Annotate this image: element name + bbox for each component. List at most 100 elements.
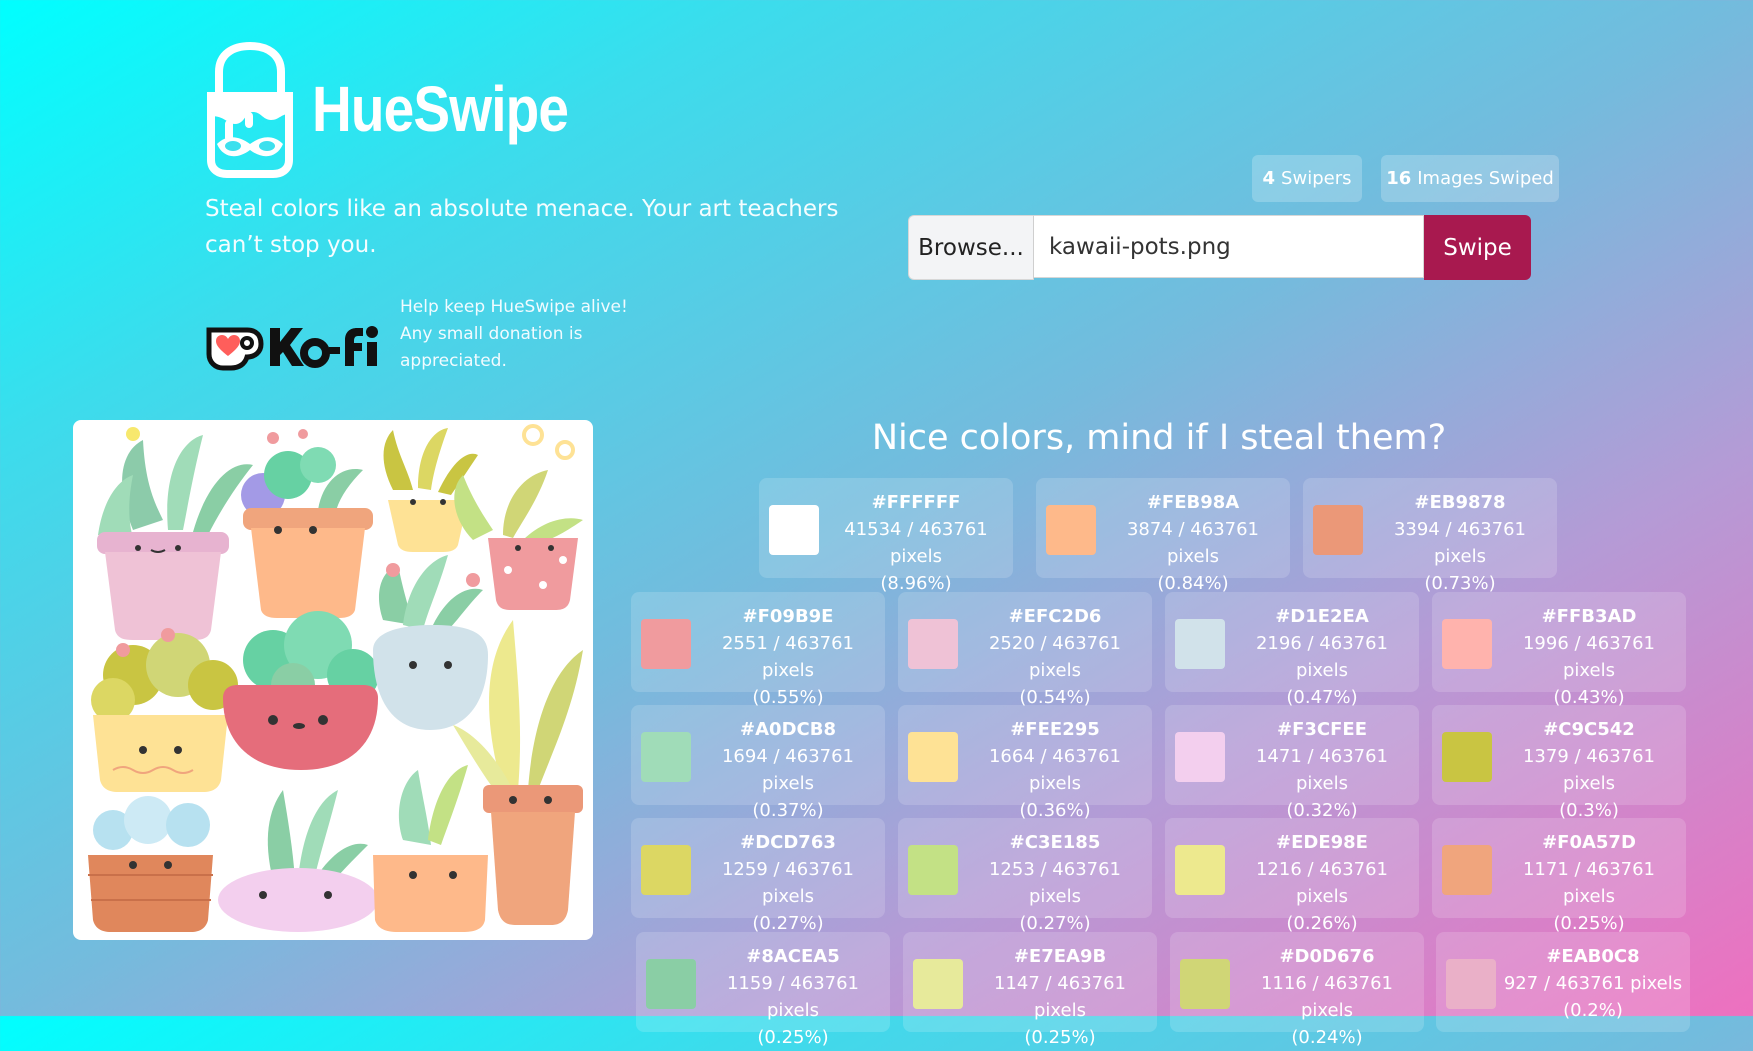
color-hex: #F0A57D [1542,832,1636,853]
color-chip[interactable] [1175,619,1225,669]
color-swatch-card[interactable]: #8ACEA5 1159 / 463761 pixels (0.25%) [636,932,890,1048]
images-label: Images Swiped [1417,168,1554,189]
color-percent: (0.25%) [1024,1027,1096,1048]
color-swatch-card[interactable]: #FEE295 1664 / 463761 pixels (0.36%) [898,705,1152,821]
color-pixel-count: 41534 / 463761 pixels [844,519,988,567]
color-info: #EB9878 3394 / 463761 pixels (0.73%) [1367,489,1553,597]
color-chip[interactable] [1175,732,1225,782]
color-chip[interactable] [1175,845,1225,895]
color-percent: (0.24%) [1291,1027,1363,1048]
color-chip[interactable] [646,959,696,1009]
color-chip[interactable] [769,505,819,555]
color-swatch-card[interactable]: #F0A57D 1171 / 463761 pixels (0.25%) [1432,818,1686,934]
color-swatch-card[interactable]: #DCD763 1259 / 463761 pixels (0.27%) [631,818,885,934]
color-hex: #E7EA9B [1013,946,1107,967]
color-pixel-count: 1259 / 463761 pixels [721,859,855,907]
kofi-logo-icon[interactable] [205,318,390,372]
color-swatch-card[interactable]: #EDE98E 1216 / 463761 pixels (0.26%) [1165,818,1419,934]
color-chip[interactable] [1442,845,1492,895]
color-info: #EAB0C8 927 / 463761 pixels (0.2%) [1500,943,1686,1024]
color-pixel-count: 1216 / 463761 pixels [1255,859,1389,907]
color-info: #A0DCB8 1694 / 463761 pixels (0.37%) [695,716,881,824]
color-hex: #EDE98E [1276,832,1368,853]
color-swatch-card[interactable]: #E7EA9B 1147 / 463761 pixels (0.25%) [903,932,1157,1048]
color-info: #EDE98E 1216 / 463761 pixels (0.26%) [1229,829,1415,937]
color-pixel-count: 3394 / 463761 pixels [1393,519,1527,567]
color-info: #C9C542 1379 / 463761 pixels (0.3%) [1496,716,1682,824]
color-info: #F09B9E 2551 / 463761 pixels (0.55%) [695,603,881,711]
color-hex: #8ACEA5 [746,946,840,967]
color-hex: #FFFFFF [871,492,961,513]
color-hex: #EAB0C8 [1546,946,1640,967]
color-pixel-count: 1171 / 463761 pixels [1522,859,1656,907]
brand-name: HueSwipe [312,73,569,145]
swipers-count: 4 [1262,168,1276,189]
color-hex: #A0DCB8 [740,719,836,740]
color-info: #E7EA9B 1147 / 463761 pixels (0.25%) [967,943,1153,1051]
color-chip[interactable] [913,959,963,1009]
color-hex: #F3CFEE [1277,719,1367,740]
color-hex: #FEE295 [1010,719,1100,740]
color-swatch-card[interactable]: #FFB3AD 1996 / 463761 pixels (0.43%) [1432,592,1686,708]
color-pixel-count: 1664 / 463761 pixels [988,746,1122,794]
hueswipe-logo-icon [207,41,293,178]
color-hex: #FEB98A [1146,492,1240,513]
color-pixel-count: 1694 / 463761 pixels [721,746,855,794]
color-swatch-card[interactable]: #F3CFEE 1471 / 463761 pixels (0.32%) [1165,705,1419,821]
images-swiped-stat: 16 Images Swiped [1381,155,1559,202]
color-chip[interactable] [641,732,691,782]
color-swatch-card[interactable]: #D1E2EA 2196 / 463761 pixels (0.47%) [1165,592,1419,708]
browse-button[interactable]: Browse... [908,215,1034,280]
color-chip[interactable] [641,845,691,895]
color-hex: #D1E2EA [1275,606,1369,627]
color-pixel-count: 1253 / 463761 pixels [988,859,1122,907]
color-chip[interactable] [908,845,958,895]
color-percent: (0.25%) [757,1027,829,1048]
color-info: #FEB98A 3874 / 463761 pixels (0.84%) [1100,489,1286,597]
color-pixel-count: 2551 / 463761 pixels [721,633,855,681]
color-pixel-count: 927 / 463761 pixels [1503,973,1683,994]
color-swatch-card[interactable]: #C3E185 1253 / 463761 pixels (0.27%) [898,818,1152,934]
color-info: #FFB3AD 1996 / 463761 pixels (0.43%) [1496,603,1682,711]
color-pixel-count: 1379 / 463761 pixels [1522,746,1656,794]
color-swatch-card[interactable]: #D0D676 1116 / 463761 pixels (0.24%) [1170,932,1424,1048]
color-info: #FEE295 1664 / 463761 pixels (0.36%) [962,716,1148,824]
color-swatch-card[interactable]: #F09B9E 2551 / 463761 pixels (0.55%) [631,592,885,708]
color-hex: #C3E185 [1009,832,1101,853]
color-chip[interactable] [1046,505,1096,555]
color-chip[interactable] [1313,505,1363,555]
color-chip[interactable] [908,732,958,782]
color-swatch-card[interactable]: #C9C542 1379 / 463761 pixels (0.3%) [1432,705,1686,821]
file-name-field[interactable]: kawaii-pots.png [1034,215,1424,278]
color-hex: #EB9878 [1414,492,1506,513]
color-pixel-count: 1471 / 463761 pixels [1255,746,1389,794]
swipers-stat: 4 Swipers [1252,155,1362,202]
color-info: #C3E185 1253 / 463761 pixels (0.27%) [962,829,1148,937]
color-swatch-card[interactable]: #FFFFFF 41534 / 463761 pixels (8.96%) [759,478,1013,594]
color-swatch-card[interactable]: #A0DCB8 1694 / 463761 pixels (0.37%) [631,705,885,821]
tagline: Steal colors like an absolute menace. Yo… [205,196,839,258]
images-count: 16 [1386,168,1412,189]
color-percent: (0.2%) [1563,1000,1623,1021]
color-chip[interactable] [1442,619,1492,669]
swipe-button[interactable]: Swipe [1424,215,1531,280]
color-chip[interactable] [1442,732,1492,782]
color-info: #F3CFEE 1471 / 463761 pixels (0.32%) [1229,716,1415,824]
color-hex: #EFC2D6 [1008,606,1102,627]
color-chip[interactable] [908,619,958,669]
color-pixel-count: 3874 / 463761 pixels [1126,519,1260,567]
swipers-label: Swipers [1281,168,1352,189]
color-info: #D0D676 1116 / 463761 pixels (0.24%) [1234,943,1420,1051]
color-chip[interactable] [1446,959,1496,1009]
color-pixel-count: 2520 / 463761 pixels [988,633,1122,681]
color-hex: #D0D676 [1279,946,1375,967]
color-swatch-card[interactable]: #EAB0C8 927 / 463761 pixels (0.2%) [1436,932,1690,1032]
color-swatch-card[interactable]: #EFC2D6 2520 / 463761 pixels (0.54%) [898,592,1152,708]
color-swatch-card[interactable]: #EB9878 3394 / 463761 pixels (0.73%) [1303,478,1557,594]
color-pixel-count: 2196 / 463761 pixels [1255,633,1389,681]
color-swatch-card[interactable]: #FEB98A 3874 / 463761 pixels (0.84%) [1036,478,1290,594]
kawaii-pots-illustration [88,424,583,932]
color-chip[interactable] [1180,959,1230,1009]
color-chip[interactable] [641,619,691,669]
color-hex: #DCD763 [740,832,836,853]
